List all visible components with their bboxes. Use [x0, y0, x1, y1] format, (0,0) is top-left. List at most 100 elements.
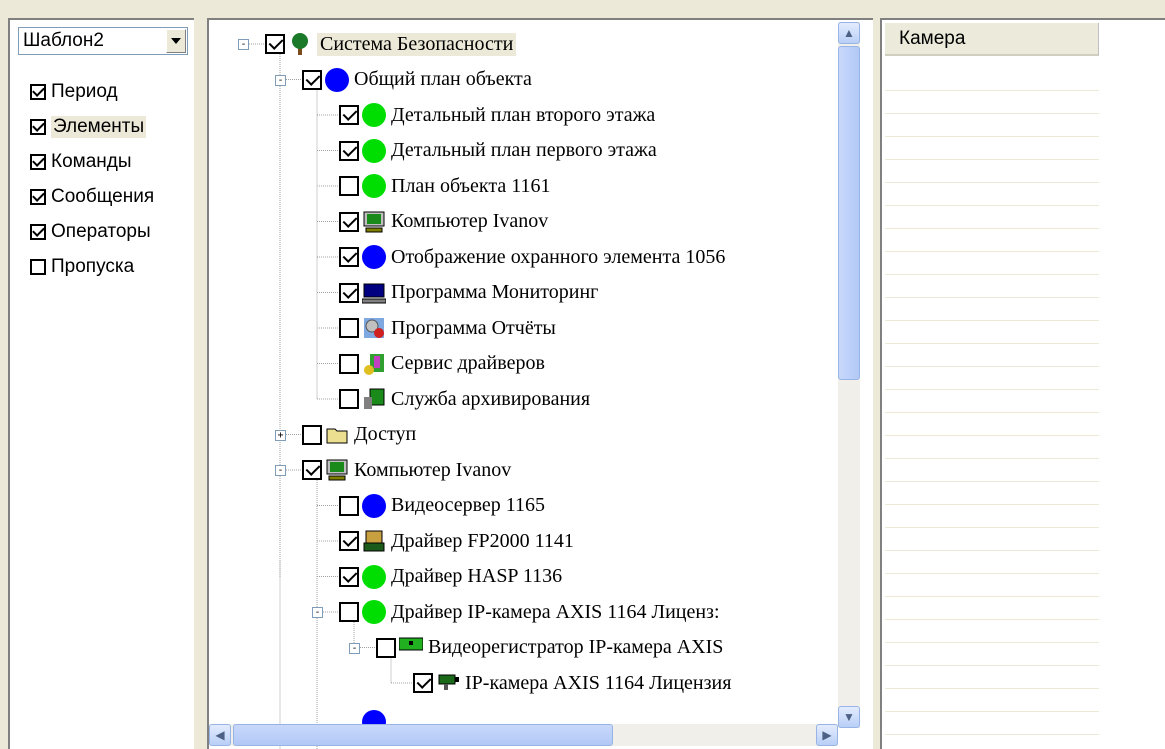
filter-checkbox[interactable]: [30, 84, 46, 100]
filter-item[interactable]: Операторы: [30, 217, 151, 247]
tree-node[interactable]: Драйвер IP-камера AXIS 1164 Лиценз:: [339, 596, 720, 628]
filter-item[interactable]: Элементы: [30, 112, 147, 142]
filter-item[interactable]: Сообщения: [30, 182, 154, 212]
tree-node-checkbox[interactable]: [339, 531, 359, 551]
filter-checkbox[interactable]: [30, 224, 46, 240]
scroll-up-button[interactable]: ▲: [838, 22, 860, 44]
filter-item-label: Элементы: [51, 116, 147, 138]
filter-checkbox[interactable]: [30, 119, 46, 135]
tree-node-label: Драйвер HASP 1136: [391, 565, 563, 587]
tree-node[interactable]: Доступ: [302, 419, 416, 451]
tree-node[interactable]: Драйвер FP2000 1141: [339, 525, 574, 557]
tree-node-label: Программа Отчёты: [391, 316, 556, 339]
collapse-icon[interactable]: -: [312, 607, 323, 618]
tree-node-checkbox[interactable]: [339, 105, 359, 125]
filter-item-label: Сообщения: [51, 186, 155, 207]
filter-item-label: Команды: [51, 151, 132, 172]
tree-node-checkbox[interactable]: [339, 176, 359, 196]
column-header-camera[interactable]: Камера: [885, 23, 1099, 56]
tree-node-label: Компьютер Ivanov: [354, 458, 512, 481]
tree-node[interactable]: Детальный план первого этажа: [339, 135, 657, 167]
tree-node-checkbox[interactable]: [339, 566, 359, 587]
filter-checkbox[interactable]: [30, 189, 46, 205]
grid-row-divider: [885, 481, 1099, 482]
grid-row-divider: [885, 343, 1099, 344]
tree-node-label: Детальный план второго этажа: [391, 103, 656, 126]
blue-circle-icon: [362, 245, 386, 269]
tree-node-checkbox[interactable]: [265, 34, 285, 54]
tree-vertical-scrollbar[interactable]: ▲ ▼: [838, 22, 860, 728]
tree-node[interactable]: Компьютер Ivanov: [302, 454, 511, 486]
tree-node-label: Отображение охранного элемента 1056: [391, 245, 726, 268]
filter-item-label: Период: [51, 81, 118, 102]
vertical-scroll-thumb[interactable]: [838, 46, 860, 380]
green-circle-icon: [362, 600, 386, 624]
tree-node-checkbox[interactable]: [339, 247, 359, 267]
collapse-icon[interactable]: -: [275, 465, 286, 476]
template-dropdown[interactable]: Шаблон2: [18, 27, 188, 55]
tree-node[interactable]: Драйвер HASP 1136: [339, 561, 562, 593]
tree-node-checkbox[interactable]: [339, 211, 359, 232]
blue-circle-icon: [362, 493, 386, 518]
tree-node-checkbox[interactable]: [302, 424, 322, 445]
tree-node[interactable]: Сервис драйверов: [339, 348, 545, 380]
green-circle-icon: [362, 174, 386, 198]
grid-row-divider: [885, 274, 1099, 275]
scroll-down-button[interactable]: ▼: [838, 706, 860, 728]
computer-icon: [362, 210, 386, 234]
grid-row-divider: [885, 550, 1099, 551]
grid-row-divider: [885, 596, 1099, 597]
tree-node-label: План объекта 1161: [391, 174, 551, 197]
filter-item[interactable]: Период: [30, 77, 118, 107]
filter-checkbox[interactable]: [30, 154, 46, 170]
tree-node-checkbox[interactable]: [413, 673, 433, 693]
grid-row-divider: [885, 665, 1099, 666]
archive-service-icon: [362, 387, 386, 411]
tree-node[interactable]: Детальный план второго этажа: [339, 99, 655, 131]
element-tree[interactable]: Система Безопасности - Общий план объекта -…: [207, 18, 873, 749]
grid-row-divider: [885, 642, 1099, 643]
tree-node-checkbox[interactable]: [376, 637, 396, 658]
collapse-icon[interactable]: -: [275, 74, 286, 86]
filter-item[interactable]: Команды: [30, 147, 132, 177]
grid-row-divider: [885, 320, 1099, 321]
tree-node-label: Драйвер IP-камера AXIS 1164 Лиценз:: [391, 600, 720, 623]
tree-node-checkbox[interactable]: [339, 389, 359, 409]
tree-node-checkbox[interactable]: [339, 318, 359, 338]
chevron-down-icon[interactable]: [166, 29, 186, 53]
tree-node[interactable]: Служба архивирования: [339, 383, 590, 415]
horizontal-scroll-thumb[interactable]: [233, 724, 613, 746]
tree-node-checkbox[interactable]: [339, 495, 359, 516]
grid-row-divider: [885, 619, 1099, 620]
filter-checkbox[interactable]: [30, 259, 46, 275]
tree-node[interactable]: Программа Отчёты: [339, 312, 556, 344]
tree-node[interactable]: Отображение охранного элемента 1056: [339, 241, 725, 273]
tree-horizontal-scrollbar[interactable]: ◀ ▶: [209, 724, 838, 746]
expand-icon[interactable]: +: [275, 429, 286, 441]
tree-node[interactable]: Видеосервер 1165: [339, 490, 545, 522]
tree-node-checkbox[interactable]: [302, 69, 322, 90]
tree-node-label: Видеорегистратор IP-камера AXIS: [428, 636, 724, 658]
tree-node-checkbox[interactable]: [339, 602, 359, 622]
tree-node[interactable]: IP-камера AXIS 1164 Лицензия: [413, 667, 731, 699]
tree-node-label: IP-камера AXIS 1164 Лицензия: [465, 671, 732, 694]
tree-icon: [288, 32, 312, 56]
tree-node[interactable]: Компьютер Ivanov: [339, 206, 548, 238]
tree-node[interactable]: Программа Мониторинг: [339, 277, 598, 309]
tree-node[interactable]: Общий план объекта: [302, 64, 532, 96]
tree-node[interactable]: Система Безопасности: [265, 28, 517, 60]
collapse-icon[interactable]: -: [238, 39, 249, 50]
tree-node-checkbox[interactable]: [302, 460, 322, 480]
tree-node-label: Видеосервер 1165: [391, 494, 546, 516]
grid-row-divider: [885, 182, 1099, 183]
filter-item[interactable]: Пропуска: [30, 252, 134, 282]
tree-node-checkbox[interactable]: [339, 353, 359, 374]
camera-list-panel: Камера: [880, 18, 1165, 749]
tree-node-checkbox[interactable]: [339, 140, 359, 161]
collapse-icon[interactable]: -: [349, 642, 360, 654]
tree-node-checkbox[interactable]: [339, 282, 359, 303]
tree-node[interactable]: План объекта 1161: [339, 170, 550, 202]
scroll-right-button[interactable]: ▶: [816, 724, 838, 746]
tree-node[interactable]: Видеорегистратор IP-камера AXIS: [376, 632, 723, 664]
scroll-left-button[interactable]: ◀: [209, 724, 231, 746]
